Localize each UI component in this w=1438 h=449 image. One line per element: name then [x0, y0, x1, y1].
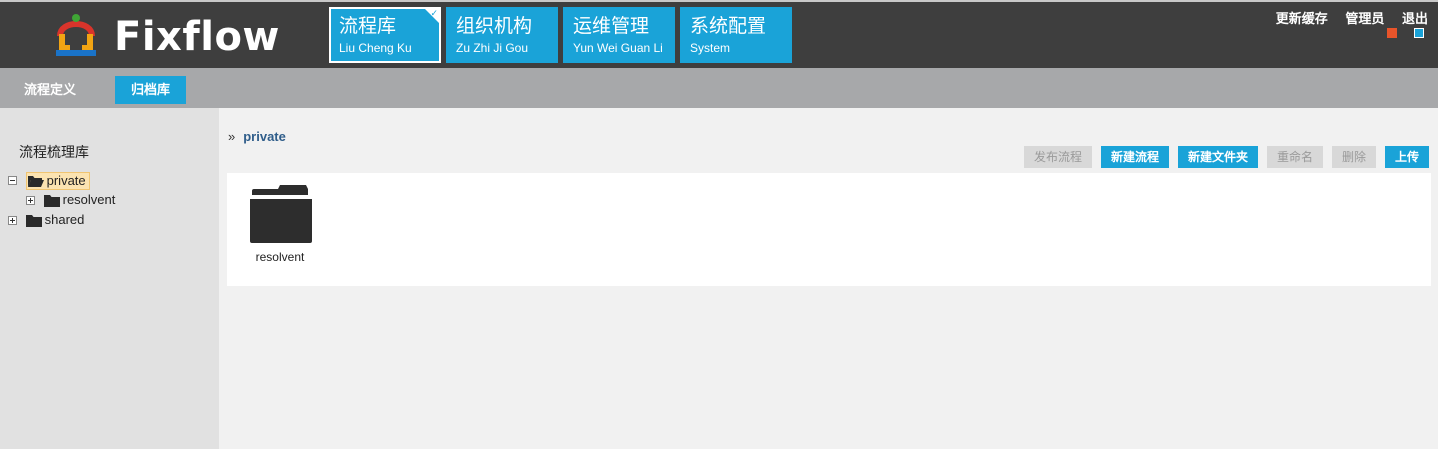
tree-node-resolvent[interactable]: resolvent [26, 191, 115, 209]
subnav-process-definition[interactable]: 流程定义 [8, 76, 92, 104]
tree-node-private[interactable]: private [8, 171, 90, 190]
new-process-button[interactable]: 新建流程 [1101, 146, 1169, 168]
folder-icon [43, 195, 60, 208]
sub-navigation: 流程定义 归档库 [0, 68, 1438, 108]
nav-tab-label: 流程库 [339, 16, 397, 37]
nav-tab-liu-cheng-ku[interactable]: 流程库 Liu Cheng Ku ✓ [329, 7, 441, 63]
theme-blue-swatch[interactable] [1414, 28, 1424, 38]
nav-tab-sublabel: Liu Cheng Ku [339, 41, 412, 55]
fixflow-logo-icon [56, 14, 96, 56]
nav-tab-label: 系统配置 [690, 16, 767, 37]
folder-open-icon [27, 175, 44, 187]
subnav-archive[interactable]: 归档库 [115, 76, 187, 104]
expand-icon[interactable] [8, 216, 17, 226]
breadcrumb: » private [228, 129, 286, 144]
nav-tab-zu-zhi-ji-gou[interactable]: 组织机构 Zu Zhi Ji Gou [446, 7, 558, 63]
file-item-folder[interactable]: resolvent [245, 185, 315, 264]
tree-node-label: shared [44, 212, 85, 227]
sidebar-title: 流程梳理库 [19, 144, 89, 160]
file-item-label: resolvent [255, 250, 305, 264]
sidebar: 流程梳理库 private resolvent shared [0, 108, 219, 449]
nav-tab-sublabel: Zu Zhi Ji Gou [456, 41, 529, 55]
tree-node-label: resolvent [62, 192, 116, 207]
tree-node-selected-box[interactable]: private [25, 171, 90, 190]
rename-button[interactable]: 重命名 [1267, 146, 1323, 168]
nav-tab-system[interactable]: 系统配置 System [680, 7, 792, 63]
nav-tab-yun-wei-guan-li[interactable]: 运维管理 Yun Wei Guan Li [563, 7, 675, 63]
collapse-icon[interactable] [8, 176, 17, 186]
top-header: Fixflow 流程库 Liu Cheng Ku ✓ 组织机构 Zu Zhi J… [0, 0, 1438, 68]
nav-tab-sublabel: Yun Wei Guan Li [573, 41, 663, 55]
folder-icon [249, 185, 313, 243]
app-logo-text: Fixflow [114, 14, 280, 60]
nav-tab-sublabel: System [690, 41, 731, 55]
publish-process-button[interactable]: 发布流程 [1024, 146, 1092, 168]
nav-tab-label: 组织机构 [456, 16, 533, 37]
refresh-cache-link[interactable]: 更新缓存 [1276, 11, 1328, 26]
nav-tab-label: 运维管理 [573, 16, 650, 37]
new-folder-button[interactable]: 新建文件夹 [1178, 146, 1258, 168]
file-browser-panel: resolvent [227, 173, 1431, 286]
folder-icon [25, 215, 42, 228]
delete-button[interactable]: 删除 [1332, 146, 1376, 168]
theme-orange-swatch[interactable] [1387, 28, 1397, 38]
breadcrumb-separator: » [228, 129, 236, 144]
admin-link[interactable]: 管理员 [1345, 11, 1384, 26]
breadcrumb-current[interactable]: private [243, 129, 286, 144]
logout-link[interactable]: 退出 [1402, 11, 1428, 26]
tree-node-shared[interactable]: shared [8, 211, 84, 229]
expand-icon[interactable] [26, 196, 35, 206]
tree-node-label: private [46, 172, 86, 188]
upload-button[interactable]: 上传 [1385, 146, 1429, 168]
top-links: 更新缓存 管理员 退出 [1262, 8, 1428, 27]
check-icon: ✓ [430, 8, 438, 18]
